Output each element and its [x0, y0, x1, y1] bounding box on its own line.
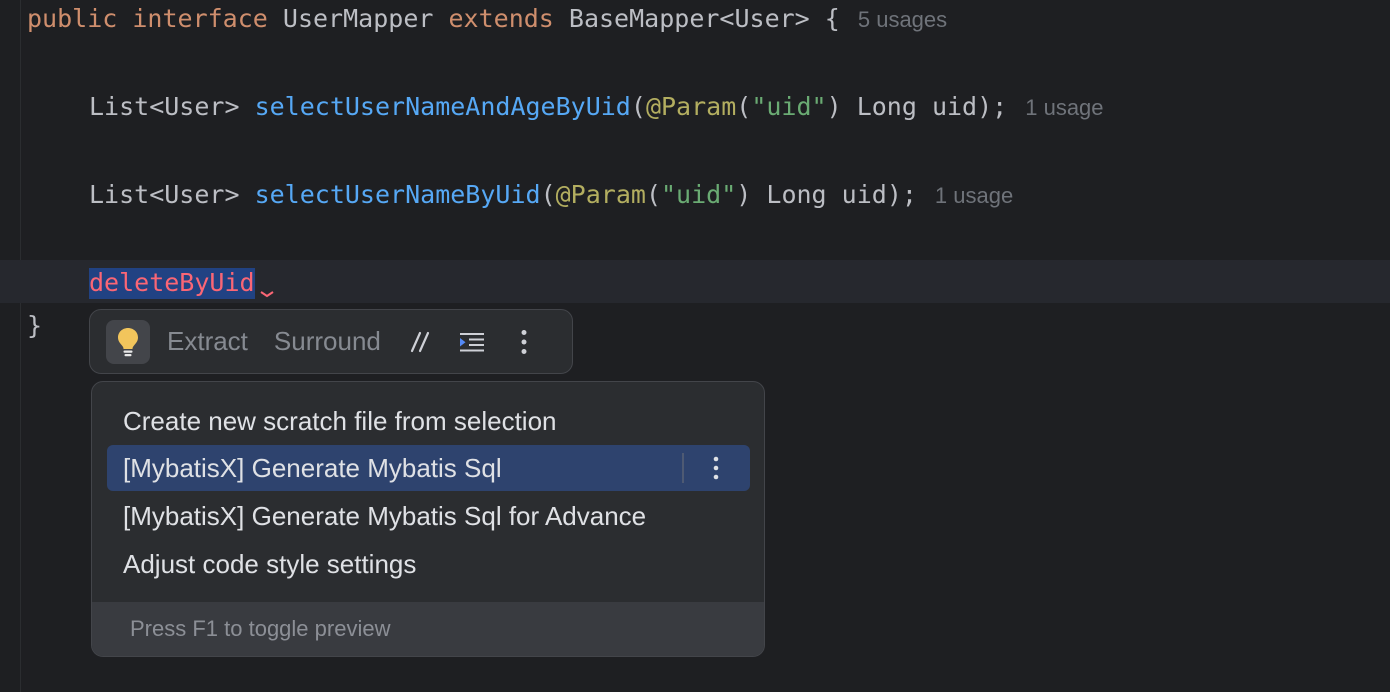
error-squiggle-icon — [260, 291, 274, 298]
intention-actions-popup: Create new scratch file from selection [… — [91, 381, 765, 657]
base-type[interactable]: BaseMapper<User> — [569, 4, 810, 33]
anno-paren-close: ) — [826, 92, 842, 121]
gutter-divider — [20, 0, 21, 692]
paren-open: ( — [540, 180, 556, 209]
menu-item-generate-mybatis-sql[interactable]: [MybatisX] Generate Mybatis Sql — [107, 445, 750, 491]
code-line-method-select-name-age[interactable]: List<User> selectUserNameAndAgeByUid(@Pa… — [89, 92, 1104, 122]
vertical-ellipsis-icon — [713, 456, 719, 480]
reformat-button[interactable] — [457, 327, 487, 357]
more-actions-button[interactable] — [509, 327, 539, 357]
usages-hint[interactable]: 1 usage — [935, 183, 1013, 208]
reformat-icon — [459, 332, 484, 351]
menu-item-label: [MybatisX] Generate Mybatis Sql — [123, 453, 502, 483]
annotation-param: @Param — [645, 92, 737, 121]
brace-open: { — [824, 4, 840, 33]
item-options-button[interactable] — [706, 445, 726, 491]
keyword-extends: extends — [448, 4, 554, 33]
paren-close: ); — [886, 180, 917, 209]
code-line-closing-brace[interactable]: } — [27, 311, 42, 341]
menu-item-create-scratch[interactable]: Create new scratch file from selection — [107, 398, 750, 444]
menu-item-label: [MybatisX] Generate Mybatis Sql for Adva… — [123, 501, 647, 531]
interface-name[interactable]: UserMapper — [283, 4, 434, 33]
keyword-interface: interface — [132, 4, 268, 33]
lightbulb-icon — [118, 327, 138, 356]
popup-footer-hint: Press F1 to toggle preview — [92, 602, 764, 656]
anno-paren-close: ) — [736, 180, 752, 209]
floating-intention-toolbar: Extract Surround — [89, 309, 573, 374]
usages-hint[interactable]: 5 usages — [858, 7, 947, 32]
parameter: Long uid — [766, 180, 887, 209]
menu-item-label: Create new scratch file from selection — [123, 406, 557, 436]
annotation-param: @Param — [555, 180, 646, 209]
brace-close: } — [27, 311, 43, 340]
item-separator — [682, 453, 684, 483]
code-line-current[interactable]: deleteByUid — [89, 268, 255, 299]
menu-item-generate-mybatis-sql-advance[interactable]: [MybatisX] Generate Mybatis Sql for Adva… — [107, 493, 750, 539]
code-line-method-select-name[interactable]: List<User> selectUserNameByUid(@Param("u… — [89, 180, 1013, 210]
surround-action[interactable]: Surround — [274, 326, 381, 357]
extract-action[interactable]: Extract — [167, 326, 248, 357]
comment-button[interactable] — [405, 327, 435, 357]
return-type: List<User> — [89, 92, 240, 121]
return-type: List<User> — [89, 180, 240, 209]
parameter: Long uid — [856, 92, 978, 121]
method-name[interactable]: selectUserNameAndAgeByUid — [255, 92, 631, 121]
method-name[interactable]: selectUserNameByUid — [255, 180, 541, 209]
menu-item-label: Adjust code style settings — [123, 549, 417, 579]
vertical-ellipsis-icon — [521, 329, 527, 354]
keyword-public: public — [27, 4, 118, 33]
unresolved-identifier[interactable]: deleteByUid — [89, 268, 255, 299]
paren-open: ( — [630, 92, 646, 121]
code-line-interface-declaration[interactable]: public interface UserMapper extends Base… — [27, 4, 947, 34]
usages-hint[interactable]: 1 usage — [1025, 95, 1103, 120]
intention-bulb-button[interactable] — [106, 319, 150, 364]
comment-slashes-icon — [410, 331, 429, 352]
annotation-value: "uid" — [661, 180, 737, 209]
anno-paren-open: ( — [736, 92, 752, 121]
menu-item-adjust-code-style[interactable]: Adjust code style settings — [107, 541, 750, 587]
paren-close: ); — [977, 92, 1008, 121]
anno-paren-open: ( — [645, 180, 661, 209]
annotation-value: "uid" — [751, 92, 827, 121]
